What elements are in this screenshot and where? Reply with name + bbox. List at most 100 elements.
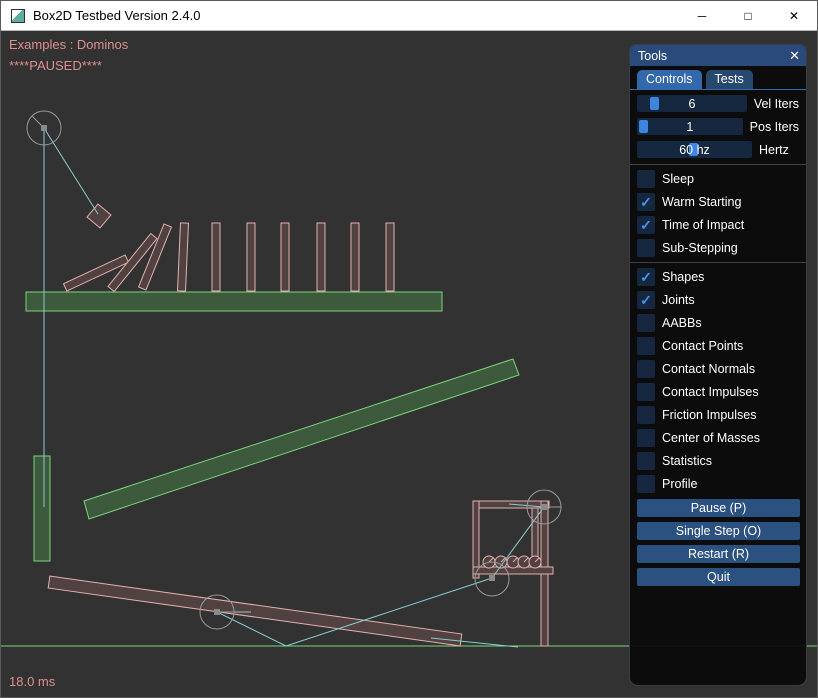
app-window: Box2D Testbed Version 2.4.0 ─ □ ✕ xyxy=(0,0,818,698)
slider-label: Pos Iters xyxy=(750,120,799,134)
checkbox-label: Statistics xyxy=(662,454,712,468)
window-controls: ─ □ ✕ xyxy=(679,1,817,30)
app-icon xyxy=(11,9,25,23)
checkbox-label: Sub-Stepping xyxy=(662,241,738,255)
checkbox-box[interactable] xyxy=(637,360,655,378)
slider-row-hertz: 60 hz Hertz xyxy=(637,141,799,158)
standing-domino xyxy=(317,223,325,291)
tipping-domino xyxy=(139,224,172,290)
frame-left-post xyxy=(473,501,479,578)
standing-domino xyxy=(386,223,394,291)
checkbox-shapes[interactable]: ✓ Shapes xyxy=(637,268,799,286)
checkbox-box[interactable] xyxy=(637,406,655,424)
tab-tests[interactable]: Tests xyxy=(706,70,753,89)
checkbox-aabbs[interactable]: AABBs xyxy=(637,314,799,332)
tab-controls[interactable]: Controls xyxy=(637,70,702,89)
checkbox-box[interactable]: ✓ xyxy=(637,216,655,234)
checkbox-box[interactable] xyxy=(637,170,655,188)
close-button[interactable]: ✕ xyxy=(771,1,817,30)
checkbox-contact-points[interactable]: Contact Points xyxy=(637,337,799,355)
domino-platform xyxy=(26,292,442,311)
checkbox-contact-normals[interactable]: Contact Normals xyxy=(637,360,799,378)
window-titlebar: Box2D Testbed Version 2.4.0 ─ □ ✕ xyxy=(1,1,817,31)
checkbox-label: Time of Impact xyxy=(662,218,744,232)
checkbox-group-1: ✓ Shapes ✓ Joints AABBs Contact Points Contact… xyxy=(637,268,799,493)
slider-hertz[interactable]: 60 hz xyxy=(637,141,752,158)
checkbox-sub-stepping[interactable]: Sub-Stepping xyxy=(637,239,799,257)
slider-value: 60 hz xyxy=(637,141,752,158)
tools-panel: Tools ✕ ControlsTests 6 Vel Iters 1 Pos Ite… xyxy=(629,44,807,686)
checkbox-group-0: Sleep ✓ Warm Starting ✓ Time of Impact Sub-St… xyxy=(637,170,799,257)
frame-time-label: 18.0 ms xyxy=(9,674,55,689)
leaning-domino xyxy=(178,223,189,291)
separator xyxy=(630,164,806,165)
checkbox-warm-starting[interactable]: ✓ Warm Starting xyxy=(637,193,799,211)
tabbar: ControlsTests xyxy=(630,66,806,90)
button-restart-r[interactable]: Restart (R) xyxy=(637,545,800,563)
sliders: 6 Vel Iters 1 Pos Iters 60 hz Hertz xyxy=(637,95,799,158)
button-quit[interactable]: Quit xyxy=(637,568,800,586)
checkbox-box[interactable] xyxy=(637,337,655,355)
minimize-button[interactable]: ─ xyxy=(679,1,725,30)
panel-body: 6 Vel Iters 1 Pos Iters 60 hz Hertz Sleep ✓ War… xyxy=(630,90,806,586)
checkbox-joints[interactable]: ✓ Joints xyxy=(637,291,799,309)
slider-value: 1 xyxy=(637,118,743,135)
standing-domino xyxy=(247,223,255,291)
panel-close-icon[interactable]: ✕ xyxy=(789,49,800,62)
checkbox-label: Joints xyxy=(662,293,695,307)
checkbox-contact-impulses[interactable]: Contact Impulses xyxy=(637,383,799,401)
checkbox-label: Contact Points xyxy=(662,339,743,353)
frame-structure xyxy=(473,501,553,646)
checkbox-label: Friction Impulses xyxy=(662,408,756,422)
checkbox-label: Sleep xyxy=(662,172,694,186)
checkbox-sleep[interactable]: Sleep xyxy=(637,170,799,188)
action-buttons: Pause (P) Single Step (O) Restart (R) Quit xyxy=(637,499,799,586)
checkbox-label: Center of Masses xyxy=(662,431,760,445)
checkbox-box[interactable] xyxy=(637,475,655,493)
standing-domino xyxy=(351,223,359,291)
slider-vel-iters[interactable]: 6 xyxy=(637,95,747,112)
checkbox-box[interactable] xyxy=(637,383,655,401)
inclined-ramp xyxy=(84,359,519,519)
slider-value: 6 xyxy=(637,95,747,112)
slider-label: Vel Iters xyxy=(754,97,799,111)
checkbox-box[interactable] xyxy=(637,314,655,332)
checkbox-time-of-impact[interactable]: ✓ Time of Impact xyxy=(637,216,799,234)
pendulum-box xyxy=(87,204,111,228)
checkbox-box[interactable] xyxy=(637,452,655,470)
button-single-step-o[interactable]: Single Step (O) xyxy=(637,522,800,540)
vertical-post xyxy=(34,456,50,561)
checkbox-label: Profile xyxy=(662,477,697,491)
checkbox-box[interactable]: ✓ xyxy=(637,193,655,211)
tools-panel-title: Tools xyxy=(638,49,667,63)
slider-row-pos-iters: 1 Pos Iters xyxy=(637,118,799,135)
slider-label: Hertz xyxy=(759,143,789,157)
button-pause-p[interactable]: Pause (P) xyxy=(637,499,800,517)
checkbox-statistics[interactable]: Statistics xyxy=(637,452,799,470)
checkbox-label: Warm Starting xyxy=(662,195,741,209)
paused-indicator: ****PAUSED**** xyxy=(9,58,102,73)
maximize-button[interactable]: □ xyxy=(725,1,771,30)
static-bodies xyxy=(26,292,519,561)
checkbox-box[interactable] xyxy=(637,239,655,257)
checkbox-label: AABBs xyxy=(662,316,702,330)
checkbox-box[interactable]: ✓ xyxy=(637,268,655,286)
standing-domino xyxy=(281,223,289,291)
example-title: Examples : Dominos xyxy=(9,37,128,52)
checkbox-label: Contact Normals xyxy=(662,362,755,376)
checkbox-center-of-masses[interactable]: Center of Masses xyxy=(637,429,799,447)
checkbox-box[interactable]: ✓ xyxy=(637,291,655,309)
slider-row-vel-iters: 6 Vel Iters xyxy=(637,95,799,112)
checkbox-label: Contact Impulses xyxy=(662,385,759,399)
separator xyxy=(630,262,806,263)
dynamic-bodies xyxy=(48,204,553,646)
checkbox-label: Shapes xyxy=(662,270,704,284)
slider-pos-iters[interactable]: 1 xyxy=(637,118,743,135)
standing-domino xyxy=(212,223,220,291)
window-title: Box2D Testbed Version 2.4.0 xyxy=(33,8,200,23)
seesaw-plank xyxy=(48,576,462,646)
checkbox-friction-impulses[interactable]: Friction Impulses xyxy=(637,406,799,424)
tools-panel-titlebar[interactable]: Tools ✕ xyxy=(630,45,806,66)
checkbox-box[interactable] xyxy=(637,429,655,447)
checkbox-profile[interactable]: Profile xyxy=(637,475,799,493)
